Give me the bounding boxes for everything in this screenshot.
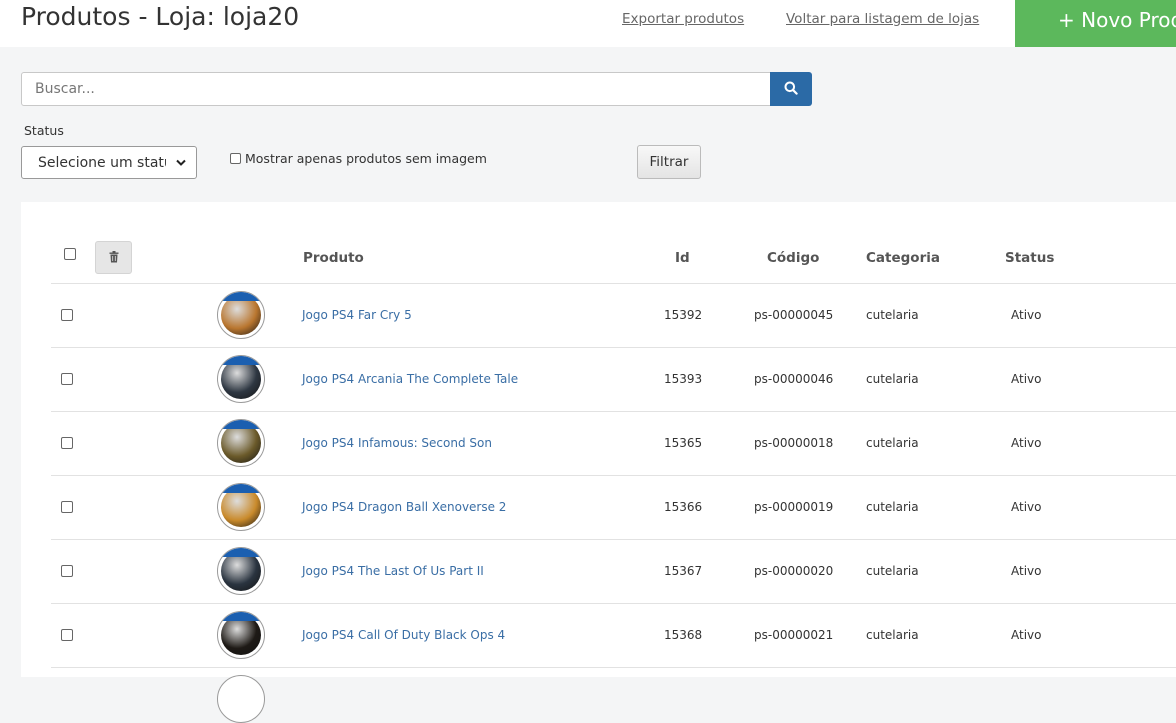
new-product-button[interactable]: + Novo Prod bbox=[1015, 0, 1176, 47]
table-row: Jogo PS4 Dragon Ball Xenoverse 2 15366 p… bbox=[51, 475, 1176, 540]
filter-button[interactable]: Filtrar bbox=[637, 145, 701, 179]
product-id: 15365 bbox=[664, 436, 703, 450]
row-checkbox[interactable] bbox=[61, 629, 73, 641]
product-code: ps-00000018 bbox=[754, 436, 834, 450]
product-thumbnail bbox=[217, 547, 265, 595]
product-code: ps-00000019 bbox=[754, 500, 834, 514]
header-status: Status bbox=[1005, 250, 1055, 266]
product-category: cutelaria bbox=[866, 308, 919, 322]
row-checkbox[interactable] bbox=[61, 501, 73, 513]
product-category: cutelaria bbox=[866, 628, 919, 642]
product-thumbnail bbox=[217, 611, 265, 659]
product-name-link[interactable]: Jogo PS4 Far Cry 5 bbox=[302, 308, 412, 322]
table-row: Jogo PS4 The Last Of Us Part II 15367 ps… bbox=[51, 539, 1176, 604]
header-product: Produto bbox=[303, 250, 364, 266]
product-category: cutelaria bbox=[866, 500, 919, 514]
product-status: Ativo bbox=[1011, 308, 1042, 322]
product-code: ps-00000021 bbox=[754, 628, 834, 642]
product-code: ps-00000046 bbox=[754, 372, 834, 386]
page-title: Produtos - Loja: loja20 bbox=[21, 2, 300, 31]
product-name-link[interactable]: Jogo PS4 Dragon Ball Xenoverse 2 bbox=[302, 500, 506, 514]
product-code: ps-00000020 bbox=[754, 564, 834, 578]
row-checkbox[interactable] bbox=[61, 437, 73, 449]
row-checkbox[interactable] bbox=[61, 565, 73, 577]
product-status: Ativo bbox=[1011, 564, 1042, 578]
product-name-link[interactable]: Jogo PS4 The Last Of Us Part II bbox=[302, 564, 484, 578]
table-row: Jogo PS4 Arcania The Complete Tale 15393… bbox=[51, 347, 1176, 412]
product-code: ps-00000045 bbox=[754, 308, 834, 322]
row-checkbox[interactable] bbox=[61, 373, 73, 385]
delete-selected-button[interactable] bbox=[95, 241, 132, 274]
search-icon bbox=[784, 80, 798, 99]
product-category: cutelaria bbox=[866, 564, 919, 578]
product-status: Ativo bbox=[1011, 500, 1042, 514]
status-select-value: Selecione um status bbox=[38, 154, 166, 171]
trash-icon bbox=[109, 248, 119, 267]
export-products-link[interactable]: Exportar produtos bbox=[622, 11, 744, 27]
status-label: Status bbox=[24, 123, 64, 138]
back-to-stores-link[interactable]: Voltar para listagem de lojas bbox=[786, 11, 979, 27]
product-thumbnail bbox=[217, 675, 265, 723]
product-id: 15366 bbox=[664, 500, 703, 514]
table-row: Jogo PS4 Call Of Duty Black Ops 4 15368 … bbox=[51, 603, 1176, 668]
product-status: Ativo bbox=[1011, 436, 1042, 450]
product-status: Ativo bbox=[1011, 628, 1042, 642]
product-id: 15367 bbox=[664, 564, 703, 578]
table-row: Jogo PS4 Far Cry 5 15392 ps-00000045 cut… bbox=[51, 283, 1176, 348]
product-thumbnail bbox=[217, 419, 265, 467]
product-category: cutelaria bbox=[866, 372, 919, 386]
select-all-checkbox[interactable] bbox=[64, 248, 76, 260]
table-row bbox=[51, 667, 1176, 723]
header-code: Código bbox=[767, 250, 820, 266]
product-id: 15368 bbox=[664, 628, 703, 642]
product-id: 15393 bbox=[664, 372, 703, 386]
search-button[interactable] bbox=[770, 72, 812, 106]
header-id: Id bbox=[675, 250, 690, 266]
no-image-label: Mostrar apenas produtos sem imagem bbox=[245, 151, 487, 166]
no-image-checkbox[interactable] bbox=[230, 153, 241, 164]
status-select[interactable]: Selecione um status bbox=[21, 146, 197, 179]
header-category: Categoria bbox=[866, 250, 940, 266]
product-status: Ativo bbox=[1011, 372, 1042, 386]
product-name-link[interactable]: Jogo PS4 Call Of Duty Black Ops 4 bbox=[302, 628, 505, 642]
row-checkbox[interactable] bbox=[61, 309, 73, 321]
product-thumbnail bbox=[217, 291, 265, 339]
chevron-down-icon bbox=[176, 155, 186, 171]
product-id: 15392 bbox=[664, 308, 703, 322]
product-category: cutelaria bbox=[866, 436, 919, 450]
search-input[interactable] bbox=[21, 72, 771, 106]
no-image-filter[interactable]: Mostrar apenas produtos sem imagem bbox=[230, 151, 487, 166]
table-row: Jogo PS4 Infamous: Second Son 15365 ps-0… bbox=[51, 411, 1176, 476]
product-name-link[interactable]: Jogo PS4 Arcania The Complete Tale bbox=[302, 372, 518, 386]
product-name-link[interactable]: Jogo PS4 Infamous: Second Son bbox=[302, 436, 492, 450]
product-thumbnail bbox=[217, 483, 265, 531]
product-thumbnail bbox=[217, 355, 265, 403]
